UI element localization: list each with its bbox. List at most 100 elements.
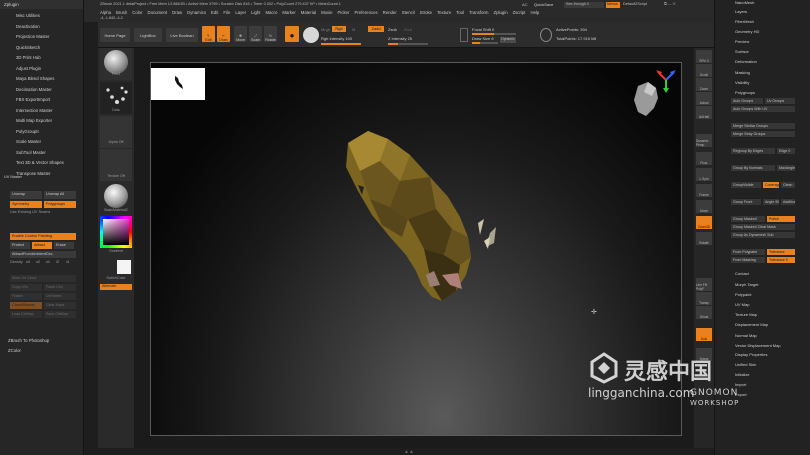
view-button[interactable]: Zoom (696, 78, 712, 91)
palette-deformation[interactable]: Deformation (715, 59, 810, 64)
home-page-button[interactable]: Home Page (100, 28, 130, 42)
view-button[interactable]: Ghost (696, 306, 712, 319)
group-as-dynamesh-sub-button[interactable]: Group As Dynamesh Sub (731, 232, 795, 238)
density-option[interactable]: x2 (36, 260, 45, 267)
merge-similar-groups-button[interactable]: Merge Similar Groups (731, 123, 795, 129)
sculpted-head-mesh[interactable] (330, 125, 520, 320)
menu-dynamics[interactable]: Dynamics (187, 10, 206, 15)
auto-groups-with-uv-button[interactable]: Auto Groups With UV (731, 106, 795, 112)
plugin-item[interactable]: Decimation Master (0, 85, 83, 96)
view-button[interactable]: L.Sym (696, 168, 712, 181)
palette-vector-displacement-map[interactable]: Vector Displacement Map (715, 343, 810, 348)
menu-alpha[interactable]: Alpha (100, 10, 111, 15)
menu-picker[interactable]: Picker (338, 10, 350, 15)
attract-button[interactable]: Attract (32, 242, 52, 249)
draw-size-slider[interactable] (472, 42, 498, 44)
menu-render[interactable]: Render (383, 10, 397, 15)
palette-preview[interactable]: Preview (715, 39, 810, 44)
axis-gizmo-icon[interactable] (654, 66, 678, 94)
menu-edit[interactable]: Edit (211, 10, 218, 15)
uv-groups-button[interactable]: Uv Groups (765, 98, 795, 104)
plugin-item[interactable]: Text 3D & Vector Shapes (0, 158, 83, 169)
menu-color[interactable]: Color (132, 10, 142, 15)
tolerance-slider[interactable]: Tolerance (767, 249, 795, 255)
paste-uvs-button[interactable]: Paste UVs (44, 284, 76, 291)
palette-geometry-hd[interactable]: Geometry HD (715, 29, 810, 34)
palette-masking[interactable]: Masking (715, 70, 810, 75)
view-button[interactable]: Move (696, 200, 712, 213)
palette-surface[interactable]: Surface (715, 49, 810, 54)
group-visible-button[interactable]: GroupVisible (731, 182, 761, 188)
additive-button[interactable]: Additive (781, 199, 795, 205)
plugin-item[interactable]: Adjust Plugin (0, 64, 83, 75)
symmetry-button[interactable]: Symmetry (10, 201, 42, 208)
menu-stencil[interactable]: Stencil (402, 10, 415, 15)
load-ctrlmap-button[interactable]: Load CtrlMap (10, 311, 42, 318)
unflatten-button[interactable]: UnFlatten (44, 293, 76, 300)
regroup-by-edges-button[interactable]: Regroup By Edges (731, 148, 775, 154)
from-masking-button[interactable]: From Masking (731, 257, 765, 263)
menu-draw[interactable]: Draw (172, 10, 182, 15)
plugin-item[interactable]: Scale Master (0, 137, 83, 148)
main-color-swatch[interactable] (117, 260, 131, 274)
seethrough-slider[interactable]: See-through 0 (564, 2, 604, 8)
view-button[interactable]: Transp (696, 292, 712, 305)
uv-master-title[interactable]: UV Master (4, 175, 80, 182)
menu-movie[interactable]: Movie (321, 10, 332, 15)
menu-zscript[interactable]: Zscript (513, 10, 526, 15)
edge-slider[interactable]: Edge 0 (777, 148, 795, 154)
m-toggle[interactable]: M (352, 27, 355, 32)
material-sphere-button[interactable]: ● (285, 26, 299, 42)
plugin-item[interactable]: Projection Master (0, 32, 83, 43)
protect-button[interactable]: Protect (10, 242, 30, 249)
work-on-clone-button[interactable]: Work On Clone (10, 275, 76, 282)
density-option[interactable]: x4 (26, 260, 35, 267)
close-icon[interactable]: ✕ (673, 2, 676, 6)
save-ctrlmap-button[interactable]: Save CtrlMap (44, 311, 76, 318)
use-existing-seams-toggle[interactable]: Use Existing UV Seams (10, 210, 80, 217)
rgb-intensity-slider[interactable] (321, 43, 361, 45)
minimize-icon[interactable]: — (668, 2, 672, 6)
z-intensity-slider[interactable] (388, 43, 428, 45)
view-button[interactable]: Solo (696, 328, 712, 341)
default-zscript-button[interactable]: DefaultZScript (623, 2, 647, 6)
view-button[interactable]: Rotate (696, 232, 712, 245)
mrgb-toggle[interactable]: Mrgb (321, 27, 330, 32)
unwrap-button[interactable]: Unwrap (10, 191, 42, 199)
zcut-toggle[interactable]: Zcut (404, 27, 412, 32)
menu-preferences[interactable]: Preferences (354, 10, 377, 15)
menu-stroke[interactable]: Stroke (420, 10, 432, 15)
palette-layers[interactable]: Layers (715, 9, 810, 14)
plugin-item[interactable]: 3D Print Hub (0, 53, 83, 64)
view-button[interactable]: Dynamic Persp (696, 134, 712, 147)
group-front-button[interactable]: Group Front (731, 199, 761, 205)
menu-transform[interactable]: Transform (469, 10, 488, 15)
plugin-item[interactable]: Deactivation (0, 22, 83, 33)
switch-color-label[interactable]: SwitchColor (98, 276, 134, 280)
view-button[interactable]: SPix 3 (696, 50, 712, 63)
erase-button[interactable]: Erase (54, 242, 74, 249)
group-by-normals-button[interactable]: Group By Normals (731, 165, 775, 171)
ac-label[interactable]: AC (522, 2, 528, 7)
color-picker[interactable] (100, 216, 132, 248)
polygroups-button[interactable]: Polygroups (44, 201, 76, 208)
focal-shift-slider[interactable] (472, 33, 516, 35)
menu-material[interactable]: Material (301, 10, 316, 15)
scale-button[interactable]: ⤢ Scale (249, 26, 262, 42)
copy-uvs-button[interactable]: Copy UVs (10, 284, 42, 291)
menu-macro[interactable]: Macro (265, 10, 277, 15)
dynamic-button[interactable]: Dynamic (500, 37, 516, 43)
from-polypaint-button[interactable]: From Polypaint (731, 249, 765, 255)
zplugin-header[interactable]: Zplugin (0, 0, 83, 9)
menu-layer[interactable]: Layer (235, 10, 246, 15)
check-seams-button[interactable]: CheckSeams (10, 302, 42, 309)
palette-visibility[interactable]: Visibility (715, 80, 810, 85)
masking-tolerance-slider[interactable]: Tolerance 5 (767, 257, 795, 263)
quicksave-button[interactable]: QuickSave (534, 2, 553, 7)
group-masked-button[interactable]: Group Masked (731, 216, 765, 222)
navigator-thumbnail[interactable] (151, 68, 205, 100)
palette-contact[interactable]: Contact (715, 271, 810, 276)
max-angle-slider[interactable]: MaxAngle (777, 165, 795, 171)
rotate-button[interactable]: ↻ Rotate (264, 26, 277, 42)
menu-document[interactable]: Document (148, 10, 168, 15)
